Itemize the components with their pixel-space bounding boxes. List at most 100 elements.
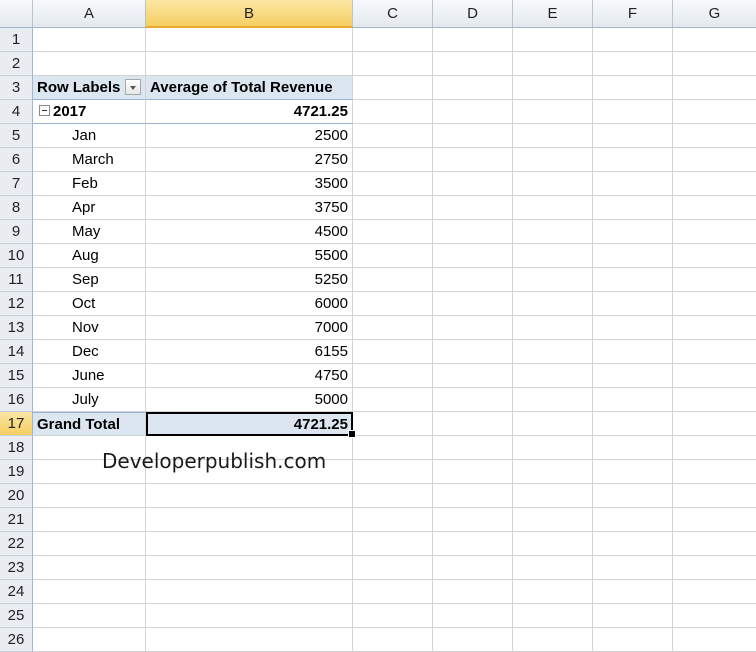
cell-c25[interactable] xyxy=(353,604,433,628)
column-header-b[interactable]: B xyxy=(146,0,353,28)
value-field-header[interactable]: Average of Total Revenue xyxy=(146,76,353,100)
cell-c16[interactable] xyxy=(353,388,433,412)
row-header[interactable]: 2 xyxy=(0,52,33,76)
row-header[interactable]: 24 xyxy=(0,580,33,604)
row-header[interactable]: 23 xyxy=(0,556,33,580)
month-label[interactable]: Feb xyxy=(33,172,146,196)
cell-a2[interactable] xyxy=(33,52,146,76)
cell-g26[interactable] xyxy=(673,628,756,652)
cell-e17[interactable] xyxy=(513,412,593,436)
cell-g5[interactable] xyxy=(673,124,756,148)
cell-c13[interactable] xyxy=(353,316,433,340)
grand-total-label[interactable]: Grand Total xyxy=(33,412,146,436)
row-header[interactable]: 4 xyxy=(0,100,33,124)
row-header[interactable]: 14 xyxy=(0,340,33,364)
month-label[interactable]: Jan xyxy=(33,124,146,148)
cell-f3[interactable] xyxy=(593,76,673,100)
cell-e10[interactable] xyxy=(513,244,593,268)
row-header[interactable]: 11 xyxy=(0,268,33,292)
column-header-d[interactable]: D xyxy=(433,0,513,28)
cell-g3[interactable] xyxy=(673,76,756,100)
month-value[interactable]: 4750 xyxy=(146,364,353,388)
cell-b24[interactable] xyxy=(146,580,353,604)
cell-c20[interactable] xyxy=(353,484,433,508)
row-header[interactable]: 12 xyxy=(0,292,33,316)
cell-d7[interactable] xyxy=(433,172,513,196)
cell-f26[interactable] xyxy=(593,628,673,652)
cell-f12[interactable] xyxy=(593,292,673,316)
cell-g1[interactable] xyxy=(673,28,756,52)
cell-e5[interactable] xyxy=(513,124,593,148)
cell-g4[interactable] xyxy=(673,100,756,124)
cell-e8[interactable] xyxy=(513,196,593,220)
cell-d5[interactable] xyxy=(433,124,513,148)
row-header[interactable]: 7 xyxy=(0,172,33,196)
row-header[interactable]: 9 xyxy=(0,220,33,244)
column-header-a[interactable]: A xyxy=(33,0,146,28)
cell-a21[interactable] xyxy=(33,508,146,532)
collapse-minus-icon[interactable] xyxy=(39,105,50,117)
month-value[interactable]: 2750 xyxy=(146,148,353,172)
cell-c3[interactable] xyxy=(353,76,433,100)
row-header[interactable]: 8 xyxy=(0,196,33,220)
cell-a1[interactable] xyxy=(33,28,146,52)
cell-f14[interactable] xyxy=(593,340,673,364)
cell-d18[interactable] xyxy=(433,436,513,460)
cell-c8[interactable] xyxy=(353,196,433,220)
column-header-c[interactable]: C xyxy=(353,0,433,28)
cell-d17[interactable] xyxy=(433,412,513,436)
month-value[interactable]: 3500 xyxy=(146,172,353,196)
month-value[interactable]: 6000 xyxy=(146,292,353,316)
cell-f25[interactable] xyxy=(593,604,673,628)
cell-f1[interactable] xyxy=(593,28,673,52)
cell-e11[interactable] xyxy=(513,268,593,292)
row-header[interactable]: 1 xyxy=(0,28,33,52)
select-all-corner[interactable] xyxy=(0,0,33,28)
row-header[interactable]: 26 xyxy=(0,628,33,652)
cell-b22[interactable] xyxy=(146,532,353,556)
cell-c24[interactable] xyxy=(353,580,433,604)
row-header[interactable]: 15 xyxy=(0,364,33,388)
row-header[interactable]: 17 xyxy=(0,412,33,436)
month-value[interactable]: 5500 xyxy=(146,244,353,268)
cell-g10[interactable] xyxy=(673,244,756,268)
row-header[interactable]: 20 xyxy=(0,484,33,508)
cell-f23[interactable] xyxy=(593,556,673,580)
cell-f15[interactable] xyxy=(593,364,673,388)
cell-f21[interactable] xyxy=(593,508,673,532)
cell-g16[interactable] xyxy=(673,388,756,412)
cell-d1[interactable] xyxy=(433,28,513,52)
cell-g15[interactable] xyxy=(673,364,756,388)
cell-c23[interactable] xyxy=(353,556,433,580)
grand-total-value[interactable]: 4721.25 xyxy=(146,412,353,436)
cell-a26[interactable] xyxy=(33,628,146,652)
cell-b26[interactable] xyxy=(146,628,353,652)
cell-d24[interactable] xyxy=(433,580,513,604)
cell-e25[interactable] xyxy=(513,604,593,628)
cell-b1[interactable] xyxy=(146,28,353,52)
cell-f18[interactable] xyxy=(593,436,673,460)
cell-f5[interactable] xyxy=(593,124,673,148)
year-label[interactable]: 2017 xyxy=(33,100,146,124)
cell-f13[interactable] xyxy=(593,316,673,340)
row-header[interactable]: 13 xyxy=(0,316,33,340)
month-label[interactable]: July xyxy=(33,388,146,412)
row-header[interactable]: 19 xyxy=(0,460,33,484)
cell-b21[interactable] xyxy=(146,508,353,532)
row-header[interactable]: 6 xyxy=(0,148,33,172)
column-header-e[interactable]: E xyxy=(513,0,593,28)
month-value[interactable]: 4500 xyxy=(146,220,353,244)
cell-c19[interactable] xyxy=(353,460,433,484)
cell-f4[interactable] xyxy=(593,100,673,124)
cell-e23[interactable] xyxy=(513,556,593,580)
month-label[interactable]: June xyxy=(33,364,146,388)
month-label[interactable]: Sep xyxy=(33,268,146,292)
cell-b2[interactable] xyxy=(146,52,353,76)
cell-d4[interactable] xyxy=(433,100,513,124)
cell-g18[interactable] xyxy=(673,436,756,460)
row-labels-header[interactable]: Row Labels xyxy=(33,76,146,100)
cell-f16[interactable] xyxy=(593,388,673,412)
cell-a20[interactable] xyxy=(33,484,146,508)
cell-e13[interactable] xyxy=(513,316,593,340)
cell-d8[interactable] xyxy=(433,196,513,220)
